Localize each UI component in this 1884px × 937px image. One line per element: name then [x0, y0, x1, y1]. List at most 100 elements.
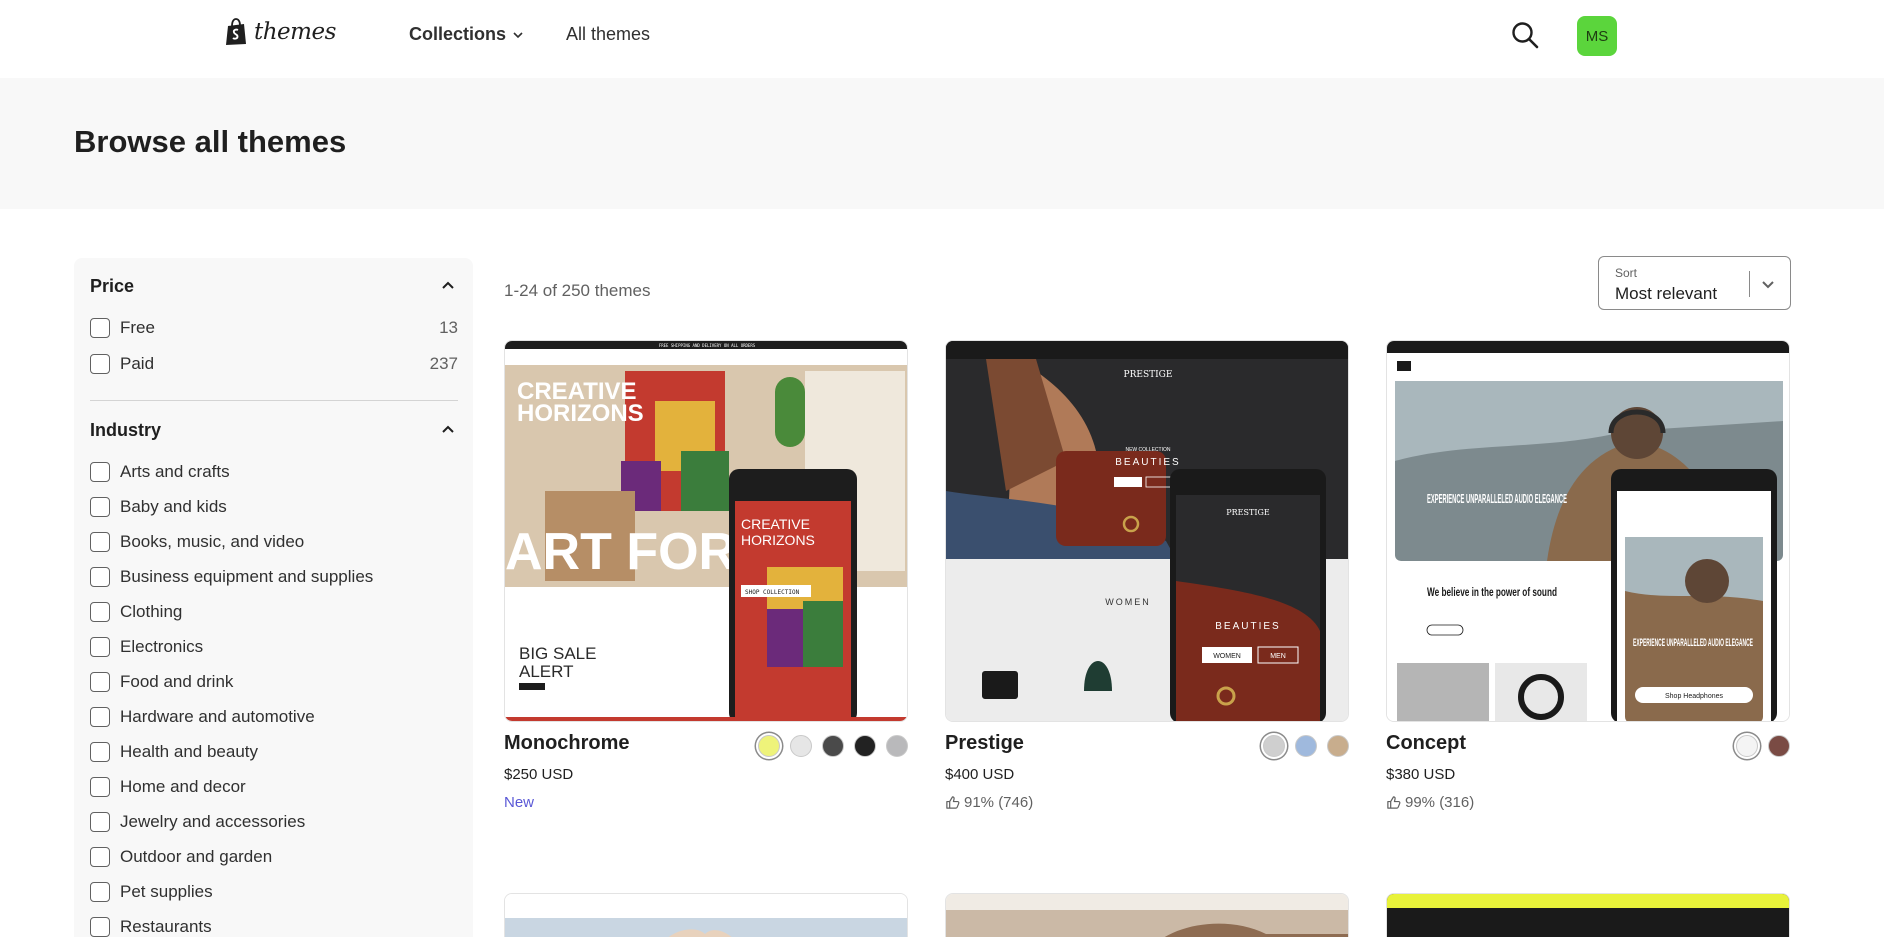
result-count: 1-24 of 250 themes: [504, 281, 651, 300]
filter-option-label: Outdoor and garden: [120, 847, 273, 866]
filter-option-label: Food and drink: [120, 672, 234, 691]
filter-option-paid[interactable]: Paid 237: [90, 352, 458, 376]
filter-option-count: 237: [429, 354, 458, 373]
preview-button: SHOP COLLECTION: [745, 589, 800, 596]
checkbox[interactable]: [90, 532, 110, 552]
theme-name[interactable]: Concept: [1386, 732, 1466, 755]
filter-option-industry[interactable]: Business equipment and supplies: [90, 565, 458, 589]
theme-rating: 99% (316): [1386, 794, 1474, 811]
color-swatch[interactable]: [854, 735, 876, 757]
chevron-up-icon[interactable]: [439, 420, 457, 438]
facet-divider: [90, 400, 458, 401]
preview-headline: BEAUTIES: [1115, 457, 1180, 468]
concept-preview-art: EXPERIENCE UNPARALLELED AUDIO ELEGANCE W…: [1387, 341, 1789, 721]
preview-sub: We believe in the power of sound: [1427, 585, 1557, 599]
color-swatch[interactable]: [1295, 735, 1317, 757]
filter-option-industry[interactable]: Food and drink: [90, 670, 458, 694]
preview-sale-1: BIG SALE: [519, 644, 596, 663]
sort-value: Most relevant: [1615, 284, 1718, 303]
checkbox[interactable]: [90, 812, 110, 832]
preview-headline-2: HORIZONS: [517, 400, 644, 427]
top-navigation-bar: themes Collections All themes MS: [0, 0, 1884, 78]
filter-option-label: Baby and kids: [120, 497, 227, 516]
filter-option-industry[interactable]: Home and decor: [90, 775, 458, 799]
filter-option-label: Arts and crafts: [120, 462, 230, 481]
theme-card-preview-partial[interactable]: [945, 893, 1349, 937]
nav-collections[interactable]: Collections: [409, 24, 524, 45]
filter-option-industry[interactable]: Jewelry and accessories: [90, 810, 458, 834]
filter-option-industry[interactable]: Baby and kids: [90, 495, 458, 519]
theme-card-preview-partial[interactable]: [1386, 893, 1790, 937]
user-avatar[interactable]: MS: [1577, 16, 1617, 56]
filter-option-industry[interactable]: Clothing: [90, 600, 458, 624]
checkbox[interactable]: [90, 742, 110, 762]
color-swatch[interactable]: [1768, 735, 1790, 757]
search-icon[interactable]: [1510, 20, 1540, 50]
filter-option-industry[interactable]: Books, music, and video: [90, 530, 458, 554]
checkbox[interactable]: [90, 354, 110, 374]
checkbox[interactable]: [90, 882, 110, 902]
color-swatch[interactable]: [886, 735, 908, 757]
checkbox[interactable]: [90, 497, 110, 517]
filter-option-industry[interactable]: Restaurants: [90, 915, 458, 937]
preview-headline: EXPERIENCE UNPARALLELED AUDIO ELEGANCE: [1427, 491, 1567, 506]
filter-option-industry[interactable]: Pet supplies: [90, 880, 458, 904]
filter-option-label: Clothing: [120, 602, 183, 621]
color-swatch[interactable]: [1327, 735, 1349, 757]
chevron-up-icon[interactable]: [439, 276, 457, 294]
filter-option-label: Free: [120, 318, 155, 337]
nav-all-themes[interactable]: All themes: [566, 24, 650, 45]
checkbox[interactable]: [90, 602, 110, 622]
color-swatch[interactable]: [1263, 735, 1285, 757]
color-swatch[interactable]: [790, 735, 812, 757]
new-badge: New: [504, 794, 535, 811]
checkbox[interactable]: [90, 318, 110, 338]
preview-phone-men: MEN: [1270, 653, 1286, 660]
industry-facet-title: Industry: [90, 420, 162, 440]
filter-option-industry[interactable]: Health and beauty: [90, 740, 458, 764]
filter-option-industry[interactable]: Hardware and automotive: [90, 705, 458, 729]
preview-button: Shop Headphones: [1665, 693, 1723, 700]
theme-preview-image[interactable]: FREE SHIPPING AND DELIVERY ON ALL ORDERS…: [504, 340, 908, 722]
nav-collections-label: Collections: [409, 24, 507, 44]
filter-option-label: Pet supplies: [120, 882, 213, 901]
price-facet-title: Price: [90, 276, 135, 296]
checkbox[interactable]: [90, 672, 110, 692]
filter-option-label: Hardware and automotive: [120, 707, 315, 726]
theme-card-preview-partial[interactable]: [504, 893, 908, 937]
shopify-bag-icon: [226, 18, 246, 45]
theme-price: $380 USD: [1386, 766, 1456, 783]
checkbox[interactable]: [90, 917, 110, 937]
checkbox[interactable]: [90, 707, 110, 727]
prestige-preview-art: PRESTIGE NEW COLLECTION BEAUTIES WOMEN P…: [946, 341, 1348, 721]
sort-select[interactable]: Sort Most relevant: [1598, 256, 1791, 310]
filter-option-free[interactable]: Free 13: [90, 316, 458, 340]
theme-preview-image[interactable]: EXPERIENCE UNPARALLELED AUDIO ELEGANCE W…: [1386, 340, 1790, 722]
color-swatch[interactable]: [758, 735, 780, 757]
color-swatch[interactable]: [1736, 735, 1758, 757]
filter-sidebar: Price Free 13 Paid 237 Industry Arts and…: [74, 258, 473, 937]
color-swatch[interactable]: [822, 735, 844, 757]
theme-rating: 91% (746): [945, 794, 1033, 811]
theme-preview-image[interactable]: PRESTIGE NEW COLLECTION BEAUTIES WOMEN P…: [945, 340, 1349, 722]
checkbox[interactable]: [90, 567, 110, 587]
checkbox[interactable]: [90, 777, 110, 797]
theme-price: $250 USD: [504, 766, 574, 783]
filter-option-industry[interactable]: Electronics: [90, 635, 458, 659]
filter-option-industry[interactable]: Arts and crafts: [90, 460, 458, 484]
checkbox[interactable]: [90, 462, 110, 482]
preview-sale-2: ALERT: [519, 662, 574, 681]
color-swatches: [1263, 735, 1349, 757]
preview-phone-brand: PRESTIGE: [1226, 508, 1270, 517]
theme-name[interactable]: Monochrome: [504, 732, 630, 755]
preview-phone-women: WOMEN: [1213, 653, 1241, 660]
partial-preview-art: [946, 894, 1348, 937]
checkbox[interactable]: [90, 847, 110, 867]
shopify-themes-logo[interactable]: themes: [224, 18, 336, 46]
preview-collection: NEW COLLECTION: [1125, 447, 1170, 453]
checkbox[interactable]: [90, 637, 110, 657]
filter-option-industry[interactable]: Outdoor and garden: [90, 845, 458, 869]
partial-preview-art: [1387, 894, 1789, 937]
filter-option-label: Restaurants: [120, 917, 212, 936]
theme-name[interactable]: Prestige: [945, 732, 1024, 755]
